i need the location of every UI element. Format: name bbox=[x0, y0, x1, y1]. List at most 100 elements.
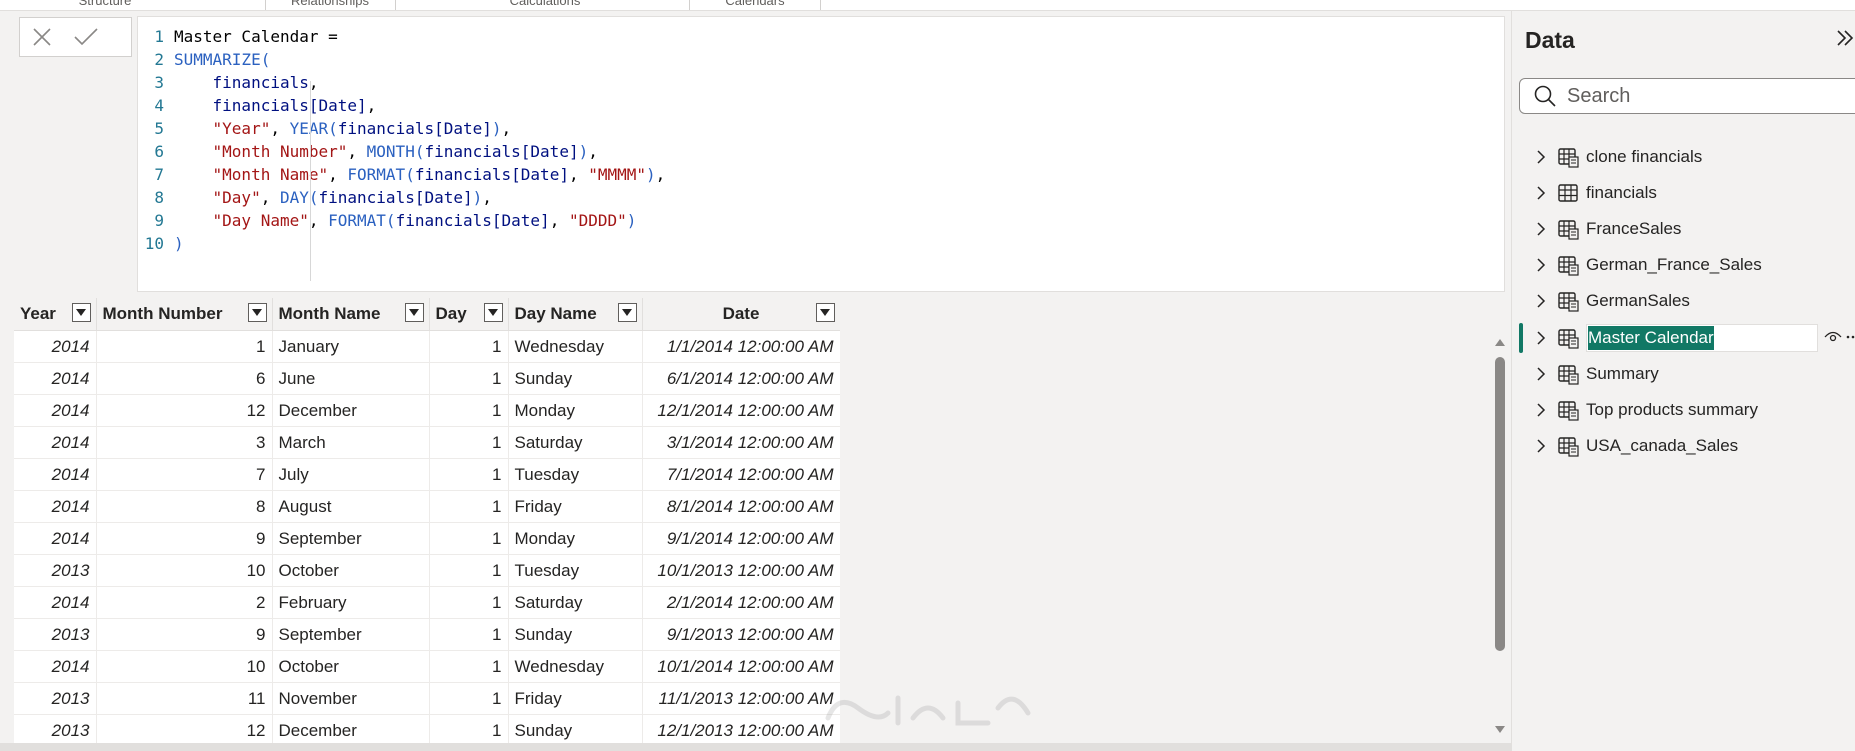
cell-month-number[interactable]: 9 bbox=[96, 618, 273, 651]
cell-year[interactable]: 2013 bbox=[14, 554, 97, 587]
cell-date[interactable]: 3/1/2014 12:00:00 AM bbox=[642, 426, 840, 459]
table-item-germansales[interactable]: GermanSales bbox=[1519, 285, 1855, 317]
expand-chevron[interactable] bbox=[1530, 254, 1552, 276]
table-item-master-calendar[interactable]: Master Calendar bbox=[1519, 321, 1855, 354]
data-search-box[interactable] bbox=[1519, 78, 1855, 114]
table-row[interactable]: 2013 10 October 1 Tuesday 10/1/2013 12:00:00 … bbox=[14, 554, 840, 587]
cell-month-name[interactable]: December bbox=[272, 714, 430, 743]
cell-date[interactable]: 10/1/2014 12:00:00 AM bbox=[642, 650, 840, 683]
column-header-date[interactable]: Date bbox=[642, 298, 840, 331]
cell-month-name[interactable]: August bbox=[272, 490, 430, 523]
expand-chevron[interactable] bbox=[1530, 399, 1552, 421]
table-row[interactable]: 2014 2 February 1 Saturday 2/1/2014 12:00:00 … bbox=[14, 586, 840, 619]
cell-year[interactable]: 2014 bbox=[14, 394, 97, 427]
table-row[interactable]: 2014 7 July 1 Tuesday 7/1/2014 12:00:00 AM bbox=[14, 458, 840, 491]
cell-day-name[interactable]: Tuesday bbox=[508, 458, 643, 491]
filter-dropdown-button[interactable] bbox=[247, 303, 267, 322]
cell-date[interactable]: 12/1/2014 12:00:00 AM bbox=[642, 394, 840, 427]
scrollbar-thumb[interactable] bbox=[1495, 357, 1505, 651]
column-header-day-name[interactable]: Day Name bbox=[508, 298, 643, 331]
cell-month-number[interactable]: 6 bbox=[96, 362, 273, 395]
cell-year[interactable]: 2014 bbox=[14, 650, 97, 683]
table-row[interactable]: 2014 1 January 1 Wednesday 1/1/2014 12:00:00 … bbox=[14, 330, 840, 363]
cell-year[interactable]: 2014 bbox=[14, 362, 97, 395]
cell-month-number[interactable]: 9 bbox=[96, 522, 273, 555]
cell-day-name[interactable]: Monday bbox=[508, 522, 643, 555]
cell-month-name[interactable]: September bbox=[272, 618, 430, 651]
cell-date[interactable]: 8/1/2014 12:00:00 AM bbox=[642, 490, 840, 523]
cell-month-number[interactable]: 1 bbox=[96, 330, 273, 363]
cell-month-number[interactable]: 7 bbox=[96, 458, 273, 491]
cell-year[interactable]: 2014 bbox=[14, 330, 97, 363]
cell-day[interactable]: 1 bbox=[429, 330, 509, 363]
table-row[interactable]: 2013 9 September 1 Sunday 9/1/2013 12:00:00 A… bbox=[14, 618, 840, 651]
filter-dropdown-button[interactable] bbox=[815, 303, 835, 322]
column-header-month-name[interactable]: Month Name bbox=[272, 298, 430, 331]
more-options-icon[interactable] bbox=[1846, 335, 1855, 339]
cell-day[interactable]: 1 bbox=[429, 618, 509, 651]
scroll-down-arrow-icon[interactable] bbox=[1494, 725, 1506, 735]
cell-day[interactable]: 1 bbox=[429, 586, 509, 619]
cell-month-name[interactable]: March bbox=[272, 426, 430, 459]
cell-day[interactable]: 1 bbox=[429, 458, 509, 491]
column-header-year[interactable]: Year bbox=[14, 298, 97, 331]
cell-year[interactable]: 2013 bbox=[14, 714, 97, 743]
cell-year[interactable]: 2014 bbox=[14, 586, 97, 619]
table-item-financials[interactable]: financials bbox=[1519, 177, 1855, 209]
cell-day-name[interactable]: Saturday bbox=[508, 586, 643, 619]
table-row[interactable]: 2013 12 December 1 Sunday 12/1/2013 12:00:00 … bbox=[14, 714, 840, 743]
cell-year[interactable]: 2013 bbox=[14, 682, 97, 715]
cell-day-name[interactable]: Saturday bbox=[508, 426, 643, 459]
cell-month-number[interactable]: 11 bbox=[96, 682, 273, 715]
table-item-usa-canada-sales[interactable]: USA_canada_Sales bbox=[1519, 430, 1855, 462]
cell-year[interactable]: 2013 bbox=[14, 618, 97, 651]
eye-icon[interactable] bbox=[1824, 330, 1842, 344]
table-item-clone-financials[interactable]: clone financials bbox=[1519, 141, 1855, 173]
collapse-pane-button[interactable] bbox=[1835, 28, 1855, 53]
expand-chevron[interactable] bbox=[1530, 290, 1552, 312]
cell-day[interactable]: 1 bbox=[429, 554, 509, 587]
table-item-german-france-sales[interactable]: German_France_Sales bbox=[1519, 249, 1855, 281]
data-search-input[interactable] bbox=[1565, 83, 1849, 109]
cell-month-number[interactable]: 10 bbox=[96, 650, 273, 683]
cell-month-number[interactable]: 10 bbox=[96, 554, 273, 587]
table-item-francesales[interactable]: FranceSales bbox=[1519, 213, 1855, 245]
cell-month-number[interactable]: 12 bbox=[96, 714, 273, 743]
cancel-formula-button[interactable] bbox=[20, 19, 64, 55]
cell-day-name[interactable]: Sunday bbox=[508, 714, 643, 743]
cell-day[interactable]: 1 bbox=[429, 682, 509, 715]
cell-month-name[interactable]: October bbox=[272, 650, 430, 683]
cell-day[interactable]: 1 bbox=[429, 362, 509, 395]
table-row[interactable]: 2014 12 December 1 Monday 12/1/2014 12:00:00 … bbox=[14, 394, 840, 427]
cell-date[interactable]: 2/1/2014 12:00:00 AM bbox=[642, 586, 840, 619]
cell-day-name[interactable]: Wednesday bbox=[508, 330, 643, 363]
cell-month-name[interactable]: July bbox=[272, 458, 430, 491]
table-item-summary[interactable]: Summary bbox=[1519, 358, 1855, 390]
formula-editor[interactable]: 1 Master Calendar = 2 SUMMARIZE(3 financial… bbox=[137, 16, 1628, 292]
expand-chevron[interactable] bbox=[1530, 146, 1552, 168]
scroll-up-arrow-icon[interactable] bbox=[1494, 337, 1506, 347]
cell-month-name[interactable]: January bbox=[272, 330, 430, 363]
cell-month-name[interactable]: November bbox=[272, 682, 430, 715]
cell-date[interactable]: 10/1/2013 12:00:00 AM bbox=[642, 554, 840, 587]
cell-day-name[interactable]: Tuesday bbox=[508, 554, 643, 587]
filter-dropdown-button[interactable] bbox=[71, 303, 91, 322]
cell-month-name[interactable]: September bbox=[272, 522, 430, 555]
cell-month-name[interactable]: December bbox=[272, 394, 430, 427]
cell-day[interactable]: 1 bbox=[429, 650, 509, 683]
cell-month-number[interactable]: 8 bbox=[96, 490, 273, 523]
filter-dropdown-button[interactable] bbox=[404, 303, 424, 322]
cell-year[interactable]: 2014 bbox=[14, 522, 97, 555]
expand-chevron[interactable] bbox=[1530, 363, 1552, 385]
expand-chevron[interactable] bbox=[1530, 218, 1552, 240]
rename-input[interactable]: Master Calendar bbox=[1586, 323, 1818, 352]
cell-day-name[interactable]: Sunday bbox=[508, 362, 643, 395]
expand-chevron[interactable] bbox=[1530, 435, 1552, 457]
cell-date[interactable]: 1/1/2014 12:00:00 AM bbox=[642, 330, 840, 363]
cell-day[interactable]: 1 bbox=[429, 714, 509, 743]
cell-day-name[interactable]: Friday bbox=[508, 490, 643, 523]
table-row[interactable]: 2014 10 October 1 Wednesday 10/1/2014 12:00:0… bbox=[14, 650, 840, 683]
cell-month-number[interactable]: 3 bbox=[96, 426, 273, 459]
cell-month-name[interactable]: February bbox=[272, 586, 430, 619]
table-row[interactable]: 2014 9 September 1 Monday 9/1/2014 12:00:00 A… bbox=[14, 522, 840, 555]
